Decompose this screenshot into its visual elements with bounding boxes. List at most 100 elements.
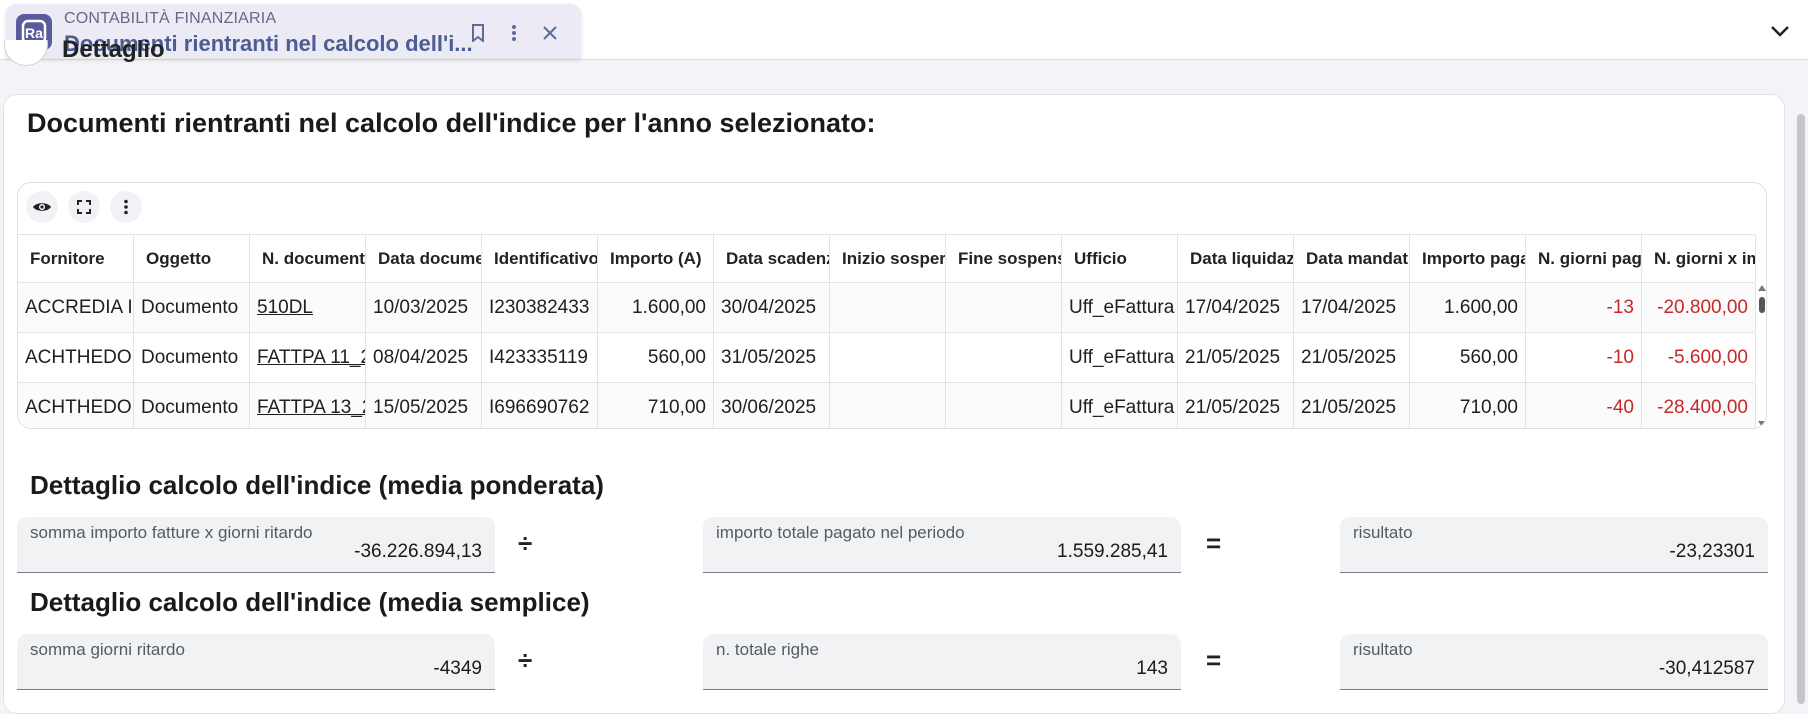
table-row[interactable]: ACHTHEDO Documento FATTPA 13_2 15/05/2025 I6… [18, 383, 1756, 428]
table-cell: 21/05/2025 [1294, 383, 1410, 428]
table-cell: 17/04/2025 [1178, 283, 1294, 332]
simple-result-field[interactable]: risultato -30,412587 [1340, 634, 1768, 690]
documents-table: Fornitore Oggetto N. document Data docume Id… [17, 182, 1767, 429]
table-cell: 17/04/2025 [1294, 283, 1410, 332]
field-value: -4349 [433, 658, 482, 679]
column-header[interactable]: Data docume [366, 235, 482, 282]
page-scrollbar[interactable] [1796, 104, 1806, 704]
table-cell[interactable]: 510DL [250, 283, 366, 332]
table-cell: 10/03/2025 [366, 283, 482, 332]
table-cell: Uff_eFattura [1062, 333, 1178, 382]
column-header[interactable]: Oggetto [134, 235, 250, 282]
weighted-result-field[interactable]: risultato -23,23301 [1340, 517, 1768, 573]
table-cell: 710,00 [598, 383, 714, 428]
table-cell: 31/05/2025 [714, 333, 830, 382]
column-header[interactable]: Data liquidaz [1178, 235, 1294, 282]
field-value: -30,412587 [1658, 658, 1755, 679]
field-label: risultato [1353, 523, 1413, 542]
table-cell: -13 [1526, 283, 1642, 332]
table-cell[interactable]: FATTPA 11_2 [250, 333, 366, 382]
table-cell: Documento [134, 283, 250, 332]
column-header[interactable]: N. giorni pag [1526, 235, 1642, 282]
table-grid: Fornitore Oggetto N. document Data docume Id… [18, 234, 1756, 428]
top-app-bar: Ra CONTABILITÀ FINANZIARIA Documenti rie… [0, 0, 1808, 60]
table-cell: I696690762 [482, 383, 598, 428]
close-icon[interactable] [538, 21, 562, 45]
chevron-down-icon[interactable] [1766, 17, 1794, 45]
table-cell: 21/05/2025 [1178, 333, 1294, 382]
column-header[interactable]: Identificativo [482, 235, 598, 282]
field-value: 143 [1136, 658, 1168, 679]
column-header[interactable]: Data mandat [1294, 235, 1410, 282]
column-header[interactable]: N. giorni x im [1642, 235, 1756, 282]
tab-section-label: CONTABILITÀ FINANZIARIA [64, 10, 277, 27]
table-cell: Documento [134, 333, 250, 382]
column-header[interactable]: Data scadenz [714, 235, 830, 282]
column-header[interactable]: Importo paga [1410, 235, 1526, 282]
field-label: n. totale righe [716, 640, 820, 659]
column-header[interactable]: Fine sospens [946, 235, 1062, 282]
table-cell: -40 [1526, 383, 1642, 428]
section-icon [4, 40, 48, 66]
table-cell[interactable]: FATTPA 13_2 [250, 383, 366, 428]
table-cell: Uff_eFattura [1062, 283, 1178, 332]
svg-text:Ra: Ra [25, 25, 43, 41]
document-link[interactable]: FATTPA 13_2 [257, 397, 365, 419]
divide-sign: ÷ [518, 528, 533, 558]
bookmark-icon[interactable] [466, 21, 490, 45]
table-cell: ACHTHEDO [18, 383, 134, 428]
table-cell: I423335119 [482, 333, 598, 382]
field-value: 1.559.285,41 [1057, 541, 1168, 562]
table-cell: Uff_eFattura [1062, 383, 1178, 428]
table-cell: 1.600,00 [1410, 283, 1526, 332]
field-label: importo totale pagato nel periodo [716, 523, 965, 542]
dettaglio-header: Dettaglio [0, 40, 200, 80]
column-header[interactable]: Inizio sosper [830, 235, 946, 282]
simple-numerator-field[interactable]: somma giorni ritardo -4349 [17, 634, 495, 690]
table-row[interactable]: ACHTHEDO Documento FATTPA 11_2 08/04/2025 I4… [18, 333, 1756, 383]
table-cell [830, 333, 946, 382]
field-label: somma importo fatture x giorni ritardo [30, 523, 313, 542]
document-link[interactable]: 510DL [257, 297, 313, 319]
field-value: -36.226.894,13 [354, 541, 482, 562]
table-row[interactable]: ACCREDIA I Documento 510DL 10/03/2025 I23038… [18, 283, 1756, 333]
equals-sign: = [1206, 645, 1222, 675]
weighted-denominator-field[interactable]: importo totale pagato nel periodo 1.559.… [703, 517, 1181, 573]
fullscreen-icon[interactable] [68, 191, 100, 223]
column-header[interactable]: Importo (A) [598, 235, 714, 282]
weighted-heading: Dettaglio calcolo dell'indice (media pon… [30, 470, 604, 500]
column-header[interactable]: N. document [250, 235, 366, 282]
field-label: risultato [1353, 640, 1413, 659]
table-cell: 21/05/2025 [1178, 383, 1294, 428]
column-header[interactable]: Fornitore [18, 235, 134, 282]
page-title: Documenti rientranti nel calcolo dell'in… [27, 108, 876, 138]
more-vertical-icon[interactable] [502, 21, 526, 45]
table-header-row: Fornitore Oggetto N. document Data docume Id… [18, 234, 1756, 283]
column-header[interactable]: Ufficio [1062, 235, 1178, 282]
simple-heading: Dettaglio calcolo dell'indice (media sem… [30, 587, 590, 617]
weighted-numerator-field[interactable]: somma importo fatture x giorni ritardo -… [17, 517, 495, 573]
table-cell [946, 283, 1062, 332]
table-cell: ACHTHEDO [18, 333, 134, 382]
table-cell: 21/05/2025 [1294, 333, 1410, 382]
table-cell: 1.600,00 [598, 283, 714, 332]
table-cell: Documento [134, 383, 250, 428]
table-cell: -5.600,00 [1642, 333, 1756, 382]
divide-sign: ÷ [518, 645, 533, 675]
table-cell: -28.400,00 [1642, 383, 1756, 428]
table-cell: 560,00 [1410, 333, 1526, 382]
simple-denominator-field[interactable]: n. totale righe 143 [703, 634, 1181, 690]
table-cell: 08/04/2025 [366, 333, 482, 382]
equals-sign: = [1206, 528, 1222, 558]
table-cell: 30/06/2025 [714, 383, 830, 428]
table-cell: 30/04/2025 [714, 283, 830, 332]
dettaglio-label: Dettaglio [62, 40, 165, 63]
table-cell [946, 333, 1062, 382]
field-label: somma giorni ritardo [30, 640, 185, 659]
table-cell: I230382433 [482, 283, 598, 332]
eye-icon[interactable] [26, 191, 58, 223]
document-link[interactable]: FATTPA 11_2 [257, 347, 365, 369]
more-vertical-icon[interactable] [110, 191, 142, 223]
table-cell [830, 283, 946, 332]
table-scrollbar[interactable] [1755, 283, 1766, 428]
